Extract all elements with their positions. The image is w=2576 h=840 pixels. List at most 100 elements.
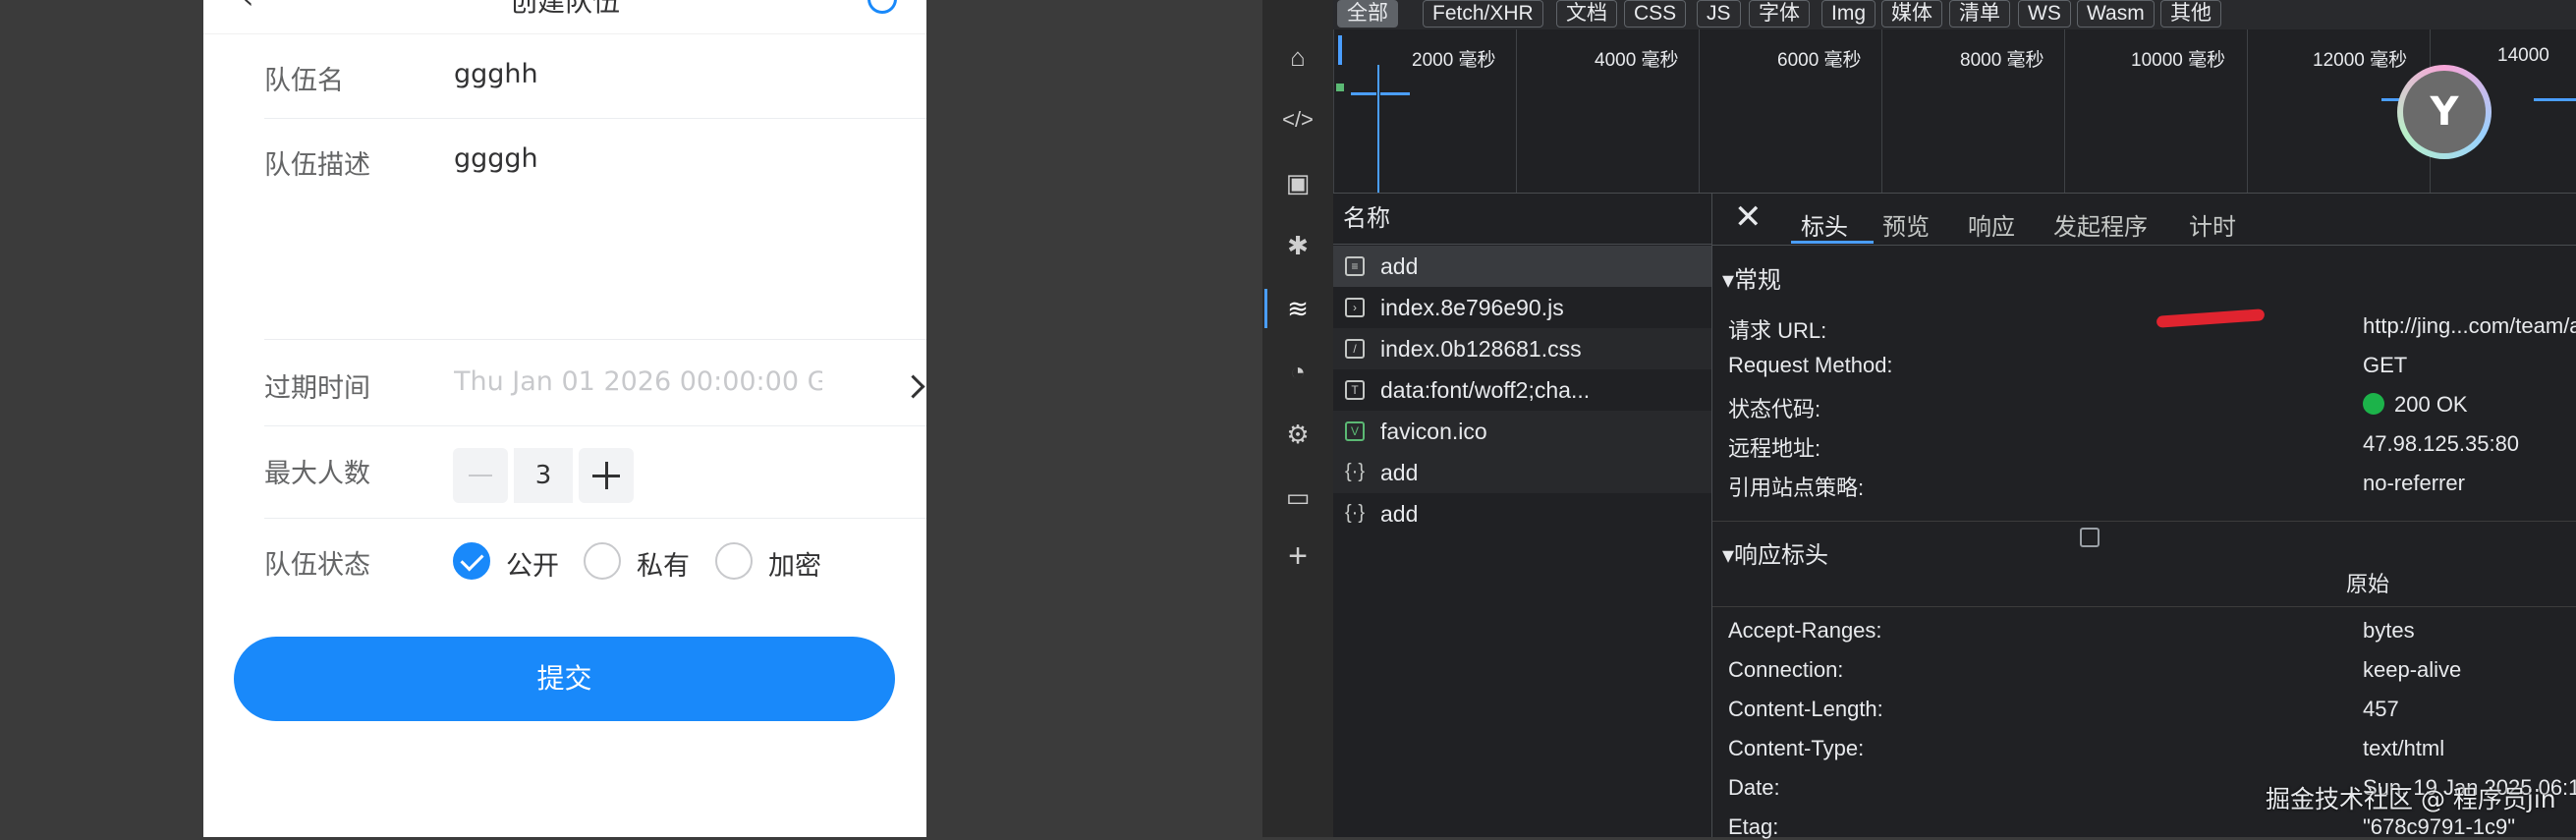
header-key: Accept-Ranges: xyxy=(1728,618,1882,643)
filter-css[interactable]: CSS xyxy=(1624,0,1687,28)
request-row[interactable]: {·} add xyxy=(1333,493,1711,534)
tab-preview[interactable]: 预览 xyxy=(1882,207,1930,242)
max-members-input[interactable]: 3 xyxy=(514,448,573,503)
timeline-marker xyxy=(1377,65,1379,193)
response-headers-section-header[interactable]: ▾响应标头 xyxy=(1722,535,1828,570)
request-name: favicon.ico xyxy=(1380,419,1487,444)
timeline-tick-label: 8000 毫秒 xyxy=(1960,50,2044,71)
request-row[interactable]: ≡ add xyxy=(1333,246,1711,287)
request-row[interactable]: › index.8e796e90.js xyxy=(1333,287,1711,328)
decrease-button[interactable] xyxy=(453,448,508,503)
tab-response[interactable]: 响应 xyxy=(1968,207,2015,242)
filter-manifest[interactable]: 清单 xyxy=(1949,0,2010,28)
nav-bar: ‹ 创建队伍 xyxy=(203,0,926,34)
filter-ws[interactable]: WS xyxy=(2018,0,2071,28)
general-key: 状态代码: xyxy=(1728,397,1821,421)
cpu-icon[interactable]: ⚙ xyxy=(1278,415,1317,454)
radio-checked-icon[interactable] xyxy=(453,542,490,580)
request-name: add xyxy=(1380,253,1419,279)
filter-other[interactable]: 其他 xyxy=(2160,0,2221,28)
timeline-gridline xyxy=(1881,29,1882,193)
home-icon[interactable]: ⌂ xyxy=(1278,37,1317,77)
tab-timing[interactable]: 计时 xyxy=(2189,207,2236,242)
timeline-tick-label: 12000 毫秒 xyxy=(2313,50,2408,71)
fetch-icon: {·} xyxy=(1345,502,1366,524)
team-description-label: 队伍描述 xyxy=(264,150,370,181)
status-ok-icon xyxy=(2363,393,2384,415)
timeline-bar xyxy=(1380,92,1410,95)
team-create-form: ‹ 创建队伍 队伍名 ggghh 队伍描述 ggggh 过期时间 Thu Jan… xyxy=(203,0,926,837)
code-icon[interactable]: </> xyxy=(1278,100,1317,140)
request-name: index.0b128681.css xyxy=(1380,336,1582,362)
plus-icon[interactable]: + xyxy=(1278,536,1317,576)
radio-unchecked-icon[interactable] xyxy=(584,542,621,580)
timeline-bar xyxy=(1336,84,1344,91)
request-name: add xyxy=(1380,501,1419,527)
floating-assistant-avatar[interactable]: Y xyxy=(2397,65,2492,159)
raw-checkbox[interactable] xyxy=(2080,528,2100,547)
status-option-label: 私有 xyxy=(637,551,690,582)
detail-tabs: ✕ 标头 预览 响应 发起程序 计时 xyxy=(1712,194,2576,246)
watermark: 掘金技术社区 @ 程序员jin xyxy=(2266,785,2556,813)
team-status-label: 队伍状态 xyxy=(264,550,370,581)
console-icon[interactable]: ▣ xyxy=(1278,163,1317,202)
filter-font[interactable]: 字体 xyxy=(1749,0,1810,28)
filter-js[interactable]: JS xyxy=(1697,0,1741,28)
request-name: index.8e796e90.js xyxy=(1380,295,1564,320)
tab-headers[interactable]: 标头 xyxy=(1801,207,1848,242)
active-indicator xyxy=(1264,289,1267,328)
request-row[interactable]: / index.0b128681.css xyxy=(1333,328,1711,369)
filter-bar: 全部 Fetch/XHR 文档 CSS JS 字体 Img 媒体 清单 WS W… xyxy=(1333,0,2576,30)
header-value: keep-alive xyxy=(2363,657,2462,682)
fetch-icon: {·} xyxy=(1345,461,1366,482)
network-wifi-icon[interactable]: ≋ xyxy=(1278,289,1317,328)
close-icon[interactable]: ✕ xyxy=(1734,197,1763,237)
chevron-right-icon[interactable] xyxy=(901,374,925,399)
divider xyxy=(264,425,926,426)
team-description-textarea[interactable]: ggggh xyxy=(454,143,538,174)
status-option-label: 公开 xyxy=(506,551,559,582)
radio-unchecked-icon[interactable] xyxy=(715,542,753,580)
general-value: no-referrer xyxy=(2363,471,2465,495)
list-header-name[interactable]: 名称 xyxy=(1333,194,1711,245)
general-key: 远程地址: xyxy=(1728,436,1821,461)
filter-media[interactable]: 媒体 xyxy=(1881,0,1942,28)
divider xyxy=(1712,606,2576,607)
filter-fetch-xhr[interactable]: Fetch/XHR xyxy=(1423,0,1543,28)
increase-button[interactable] xyxy=(579,448,634,503)
general-section-header[interactable]: ▾常规 xyxy=(1722,260,1781,295)
filter-img[interactable]: Img xyxy=(1821,0,1876,28)
activity-bar: ⌂ </> ▣ ✱ ≋ ◔ ⚙ ▭ + xyxy=(1262,0,1334,837)
request-row[interactable]: V favicon.ico xyxy=(1333,411,1711,452)
header-key: Etag: xyxy=(1728,814,1779,839)
expire-time-value[interactable]: Thu Jan 01 2026 00:00:00 GMT+0800 xyxy=(454,366,822,397)
filter-wasm[interactable]: Wasm xyxy=(2077,0,2155,28)
request-row[interactable]: {·} add xyxy=(1333,452,1711,493)
timeline-gridline xyxy=(1699,29,1700,193)
status-code-value: 200 OK xyxy=(2363,392,2468,418)
general-key: 引用站点策略: xyxy=(1728,476,1865,500)
application-icon[interactable]: ▭ xyxy=(1278,477,1317,517)
header-key: Content-Length: xyxy=(1728,697,1883,721)
network-timeline[interactable]: 2000 毫秒 4000 毫秒 6000 毫秒 8000 毫秒 10000 毫秒… xyxy=(1333,29,2576,194)
status-text: 200 OK xyxy=(2394,392,2468,417)
expire-time-label: 过期时间 xyxy=(264,373,370,404)
submit-button[interactable]: 提交 xyxy=(234,637,895,721)
header-key: Date: xyxy=(1728,775,1780,800)
tab-initiator[interactable]: 发起程序 xyxy=(2053,207,2148,242)
request-row[interactable]: T data:font/woff2;cha... xyxy=(1333,369,1711,411)
header-value: bytes xyxy=(2363,618,2415,643)
team-name-input[interactable]: ggghh xyxy=(454,59,538,89)
filter-all[interactable]: 全部 xyxy=(1337,0,1398,28)
divider xyxy=(264,118,926,119)
assistant-logo-icon: Y xyxy=(2403,71,2486,153)
request-name: data:font/woff2;cha... xyxy=(1380,377,1591,403)
general-value: GET xyxy=(2363,353,2408,377)
status-option-label: 加密 xyxy=(768,551,821,582)
filter-doc[interactable]: 文档 xyxy=(1556,0,1617,28)
performance-gauge-icon[interactable]: ◔ xyxy=(1278,352,1317,391)
raw-toggle-label: 原始 xyxy=(2346,572,2390,596)
timeline-bar xyxy=(1338,35,1342,65)
bug-icon[interactable]: ✱ xyxy=(1278,226,1317,265)
timeline-bar xyxy=(1351,92,1376,95)
